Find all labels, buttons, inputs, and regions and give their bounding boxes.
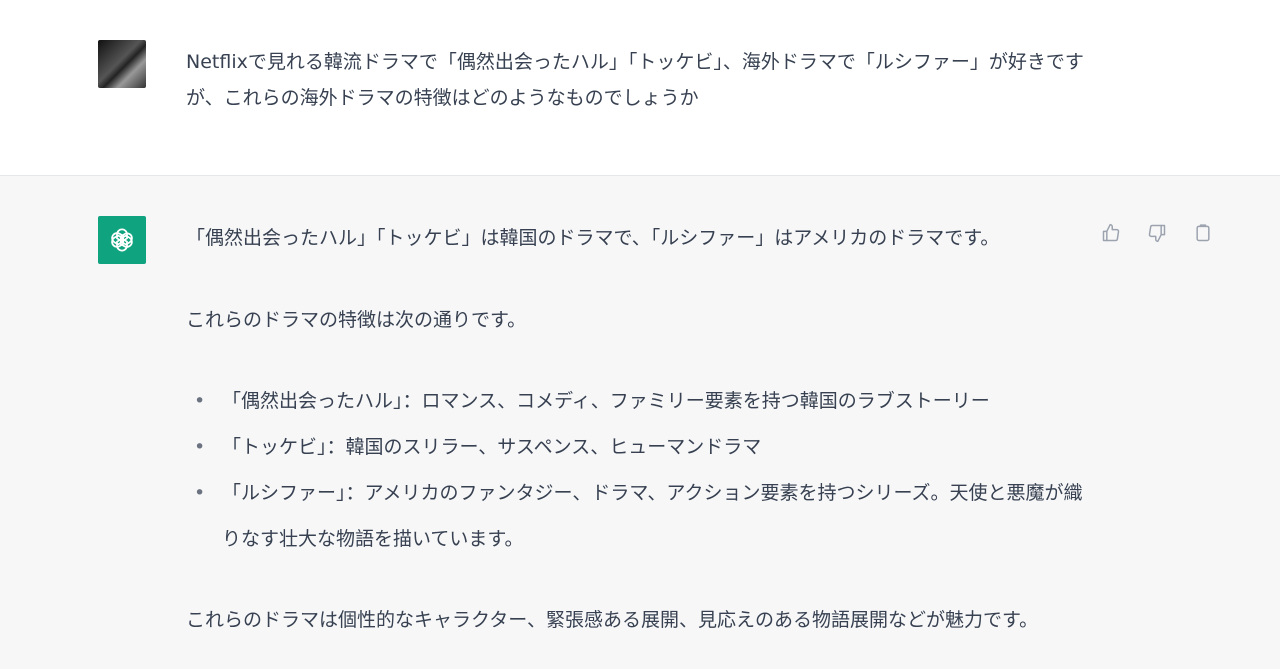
assistant-lead: これらのドラマの特徴は次の通りです。 bbox=[186, 309, 527, 331]
assistant-closing: これらのドラマは個性的なキャラクター、緊張感ある展開、見応えのある物語展開などが… bbox=[186, 609, 1039, 631]
thumbs-up-icon bbox=[1102, 223, 1120, 242]
user-avatar bbox=[98, 40, 146, 88]
feature-list: • 「偶然出会ったハル」：ロマンス、コメディ、ファミリー要素を持つ韓国のラブスト… bbox=[186, 378, 1086, 562]
copy-icon bbox=[1196, 224, 1210, 242]
bullet: • bbox=[194, 436, 206, 458]
openai-logo-icon bbox=[98, 216, 146, 264]
thumbs-down-button[interactable] bbox=[1144, 220, 1170, 246]
list-item-text: 「偶然出会ったハル」：ロマンス、コメディ、ファミリー要素を持つ韓国のラブストーリ… bbox=[222, 390, 990, 412]
list-item-text: 「ルシファー」：アメリカのファンタジー、ドラマ、アクション要素を持つシリーズ。天… bbox=[222, 482, 1083, 550]
list-item: • 「ルシファー」：アメリカのファンタジー、ドラマ、アクション要素を持つシリーズ… bbox=[194, 470, 1086, 562]
user-message: Netflixで見れる韓流ドラマで「偶然出会ったハル」「トッケビ」、海外ドラマで… bbox=[0, 0, 1280, 176]
list-item-text: 「トッケビ」：韓国のスリラー、サスペンス、ヒューマンドラマ bbox=[222, 436, 762, 458]
assistant-intro: 「偶然出会ったハル」「トッケビ」は韓国のドラマで、「ルシファー」はアメリカのドラ… bbox=[186, 227, 1000, 249]
copy-button[interactable] bbox=[1190, 220, 1216, 246]
thumbs-up-button[interactable] bbox=[1098, 220, 1124, 246]
assistant-message-body: 「偶然出会ったハル」「トッケビ」は韓国のドラマで、「ルシファー」はアメリカのドラ… bbox=[186, 220, 1086, 638]
assistant-message: 「偶然出会ったハル」「トッケビ」は韓国のドラマで、「ルシファー」はアメリカのドラ… bbox=[0, 176, 1280, 669]
thumbs-down-icon bbox=[1148, 224, 1166, 243]
bullet: • bbox=[194, 482, 206, 504]
message-actions bbox=[1098, 220, 1216, 246]
bullet: • bbox=[194, 390, 206, 412]
user-message-text: Netflixで見れる韓流ドラマで「偶然出会ったハル」「トッケビ」、海外ドラマで… bbox=[186, 51, 1084, 109]
list-item: • 「偶然出会ったハル」：ロマンス、コメディ、ファミリー要素を持つ韓国のラブスト… bbox=[194, 378, 1086, 424]
list-item: • 「トッケビ」：韓国のスリラー、サスペンス、ヒューマンドラマ bbox=[194, 424, 1086, 470]
